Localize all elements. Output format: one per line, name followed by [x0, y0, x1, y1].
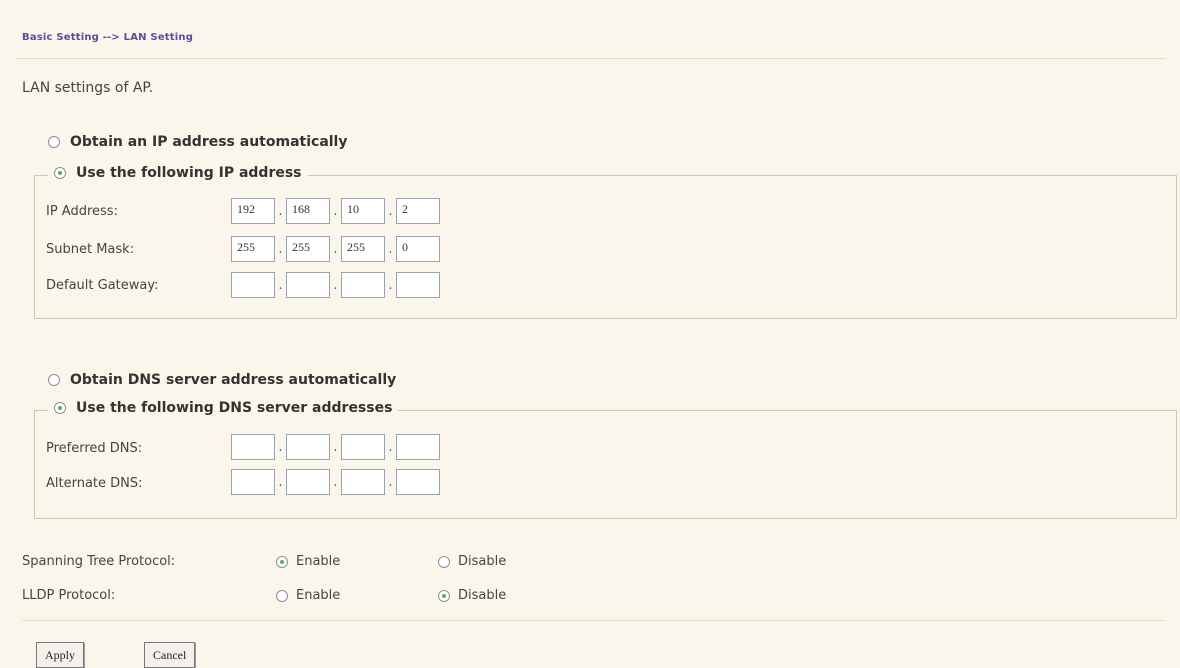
alternate-dns-field: . . .: [231, 469, 440, 495]
subnet-mask-label: Subnet Mask:: [46, 242, 135, 257]
subnet-mask-octet-4[interactable]: 0: [396, 236, 440, 262]
ip-auto-option[interactable]: Obtain an IP address automatically: [48, 134, 347, 150]
subnet-mask-octet-1[interactable]: 255: [231, 236, 275, 262]
subnet-mask-field: 255. 255. 255. 0: [231, 236, 440, 262]
ip-dot: .: [333, 277, 338, 293]
ip-dot: .: [388, 474, 393, 490]
ip-dot: .: [278, 439, 283, 455]
subnet-mask-octet-3[interactable]: 255: [341, 236, 385, 262]
subnet-mask-octet-2[interactable]: 255: [286, 236, 330, 262]
preferred-dns-octet-2[interactable]: [286, 434, 330, 460]
ip-address-octet-3[interactable]: 10: [341, 198, 385, 224]
ip-dot: .: [388, 277, 393, 293]
dns-fieldset: [34, 410, 1177, 519]
ip-dot: .: [333, 474, 338, 490]
dns-auto-option[interactable]: Obtain DNS server address automatically: [48, 372, 396, 388]
stp-disable-label: Disable: [458, 554, 507, 569]
dns-manual-label: Use the following DNS server addresses: [76, 400, 393, 416]
gateway-octet-1[interactable]: [231, 272, 275, 298]
default-gateway-field: . . .: [231, 272, 440, 298]
gateway-octet-2[interactable]: [286, 272, 330, 298]
ip-dot: .: [333, 241, 338, 257]
ip-dot: .: [278, 241, 283, 257]
stp-enable-radio[interactable]: [276, 555, 288, 568]
lldp-label: LLDP Protocol:: [22, 588, 116, 603]
alternate-dns-label: Alternate DNS:: [46, 476, 143, 491]
gateway-octet-3[interactable]: [341, 272, 385, 298]
default-gateway-label: Default Gateway:: [46, 278, 159, 293]
lldp-disable-option[interactable]: Disable: [438, 588, 506, 603]
footer-divider: [22, 620, 1166, 621]
ip-auto-radio[interactable]: [48, 136, 60, 148]
ip-dot: .: [388, 203, 393, 219]
preferred-dns-octet-4[interactable]: [396, 434, 440, 460]
lldp-enable-option[interactable]: Enable: [276, 588, 340, 603]
ip-dot: .: [388, 241, 393, 257]
apply-button[interactable]: Apply: [36, 642, 84, 668]
preferred-dns-octet-3[interactable]: [341, 434, 385, 460]
alternate-dns-octet-1[interactable]: [231, 469, 275, 495]
ip-address-octet-1[interactable]: 192: [231, 198, 275, 224]
ip-auto-label: Obtain an IP address automatically: [70, 134, 348, 150]
dns-manual-radio[interactable]: [54, 402, 66, 414]
stp-disable-option[interactable]: Disable: [438, 554, 506, 569]
alternate-dns-octet-4[interactable]: [396, 469, 440, 495]
ip-dot: .: [388, 439, 393, 455]
stp-disable-radio[interactable]: [438, 555, 450, 568]
ip-address-octet-4[interactable]: 2: [396, 198, 440, 224]
dns-auto-label: Obtain DNS server address automatically: [70, 372, 397, 388]
preferred-dns-octet-1[interactable]: [231, 434, 275, 460]
page-description: LAN settings of AP.: [22, 80, 154, 96]
ip-address-field: 192. 168. 10. 2: [231, 198, 440, 224]
ip-manual-radio[interactable]: [54, 167, 66, 179]
header-divider: [16, 58, 1166, 59]
ip-dot: .: [333, 203, 338, 219]
dns-manual-option[interactable]: Use the following DNS server addresses: [48, 400, 399, 416]
cancel-button[interactable]: Cancel: [144, 642, 196, 668]
ip-dot: .: [333, 439, 338, 455]
lldp-enable-label: Enable: [296, 588, 341, 603]
stp-enable-label: Enable: [296, 554, 341, 569]
ip-manual-label: Use the following IP address: [76, 165, 302, 181]
ip-address-label: IP Address:: [46, 204, 118, 219]
preferred-dns-label: Preferred DNS:: [46, 441, 143, 456]
lldp-disable-label: Disable: [458, 588, 507, 603]
dns-auto-radio[interactable]: [48, 374, 60, 386]
lldp-disable-radio[interactable]: [438, 589, 450, 602]
ip-address-octet-2[interactable]: 168: [286, 198, 330, 224]
ip-dot: .: [278, 474, 283, 490]
lldp-enable-radio[interactable]: [276, 589, 288, 602]
ip-fieldset: [34, 175, 1177, 319]
preferred-dns-field: . . .: [231, 434, 440, 460]
ip-dot: .: [278, 277, 283, 293]
alternate-dns-octet-3[interactable]: [341, 469, 385, 495]
ip-dot: .: [278, 203, 283, 219]
stp-label: Spanning Tree Protocol:: [22, 554, 176, 569]
ip-manual-option[interactable]: Use the following IP address: [48, 165, 308, 181]
alternate-dns-octet-2[interactable]: [286, 469, 330, 495]
breadcrumb: Basic Setting --> LAN Setting: [22, 32, 194, 43]
gateway-octet-4[interactable]: [396, 272, 440, 298]
stp-enable-option[interactable]: Enable: [276, 554, 340, 569]
